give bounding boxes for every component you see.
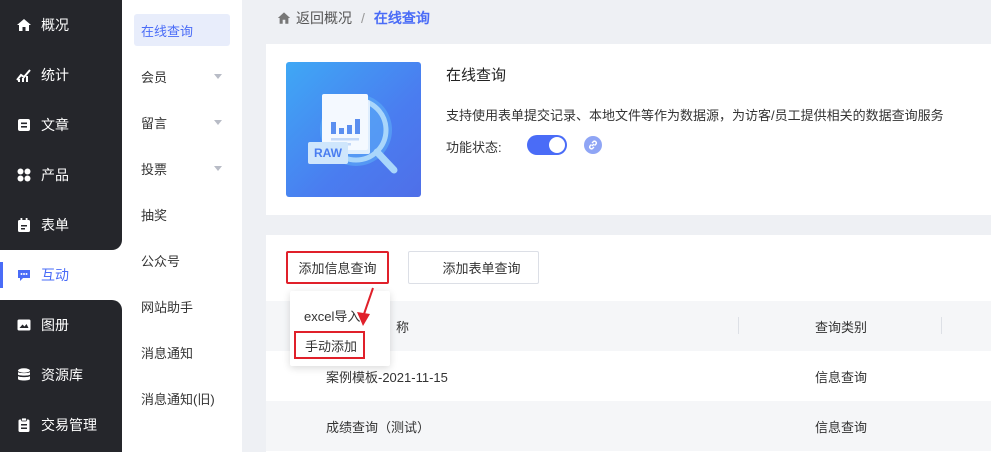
album-icon	[16, 317, 32, 333]
breadcrumb-back-link[interactable]: 返回概况	[296, 8, 352, 28]
nav-item-interaction[interactable]: 互动	[0, 250, 122, 300]
subnav-item-official-account[interactable]: 公众号	[134, 244, 230, 276]
breadcrumb-separator: /	[361, 10, 365, 26]
nav-item-label: 互动	[41, 267, 69, 283]
chat-icon	[16, 267, 32, 283]
subnav-item-label: 留言	[141, 115, 168, 131]
database-icon	[16, 367, 32, 383]
clipboard-icon	[16, 417, 32, 433]
nav-item-label: 文章	[41, 117, 69, 133]
home-icon	[16, 17, 32, 33]
column-header-type: 查询类别	[815, 320, 868, 335]
form-icon	[16, 217, 32, 233]
nav-item-label: 图册	[41, 317, 69, 333]
raw-badge: RAW	[314, 146, 342, 160]
feature-status-toggle[interactable]	[527, 135, 567, 155]
subnav-item-notification[interactable]: 消息通知	[134, 336, 230, 368]
stats-icon	[16, 67, 32, 83]
breadcrumb-current: 在线查询	[373, 10, 430, 26]
dropdown-option-manual-add[interactable]: 手动添加	[294, 331, 365, 359]
chevron-down-icon	[214, 74, 222, 79]
nav-item-resources[interactable]: 资源库	[0, 350, 122, 400]
sub-sidebar: 在线查询 会员 留言 投票 抽奖 公众号 网站助手 消息通知 消息通知(旧)	[122, 0, 242, 452]
row-name: 案例模板-2021-11-15	[326, 370, 448, 385]
subnav-item-label: 消息通知	[141, 345, 194, 361]
toggle-knob	[549, 137, 565, 153]
column-header-name: 称	[396, 320, 410, 335]
subnav-item-label: 消息通知(旧)	[141, 391, 215, 407]
subnav-item-notification-old[interactable]: 消息通知(旧)	[134, 382, 230, 414]
row-type: 信息查询	[815, 420, 868, 435]
add-info-query-button[interactable]: 添加信息查询	[286, 251, 389, 284]
column-divider	[941, 317, 942, 334]
article-icon	[16, 117, 32, 133]
nav-item-label: 表单	[41, 217, 69, 233]
nav-item-form[interactable]: 表单	[0, 200, 122, 250]
add-info-query-dropdown: excel导入 手动添加	[290, 291, 390, 366]
nav-item-stats[interactable]: 统计	[0, 50, 122, 100]
subnav-item-label: 抽奖	[141, 207, 168, 223]
nav-item-label: 统计	[41, 67, 69, 83]
subnav-item-label: 网站助手	[141, 299, 194, 315]
subnav-item-site-assistant[interactable]: 网站助手	[134, 290, 230, 322]
subnav-item-vote[interactable]: 投票	[134, 152, 230, 184]
subnav-item-member[interactable]: 会员	[134, 60, 230, 92]
home-icon	[277, 11, 291, 25]
nav-item-transactions[interactable]: 交易管理	[0, 400, 122, 450]
feature-status-label: 功能状态:	[446, 140, 502, 155]
nav-item-label: 产品	[41, 167, 69, 183]
nav-item-label: 资源库	[41, 367, 83, 383]
subnav-item-label: 投票	[141, 161, 168, 177]
nav-item-product[interactable]: 产品	[0, 150, 122, 200]
intro-card: RAW 在线查询 支持使用表单提交记录、本地文件等作为数据源，为访客/员工提供相…	[266, 44, 991, 215]
subnav-item-message[interactable]: 留言	[134, 106, 230, 138]
chevron-down-icon	[214, 166, 222, 171]
nav-item-album[interactable]: 图册	[0, 300, 122, 350]
subnav-item-lottery[interactable]: 抽奖	[134, 198, 230, 230]
nav-item-label: 交易管理	[41, 417, 97, 433]
nav-item-label: 概况	[41, 17, 69, 33]
subnav-item-label: 会员	[141, 69, 168, 85]
table-row[interactable]: 成绩查询（测试） 信息查询	[266, 401, 991, 451]
subnav-item-label: 在线查询	[141, 23, 194, 39]
breadcrumb: 返回概况 / 在线查询	[277, 8, 430, 28]
add-form-query-button[interactable]: 添加表单查询	[408, 251, 539, 284]
row-type: 信息查询	[815, 370, 868, 385]
dropdown-option-excel-import[interactable]: excel导入	[304, 306, 360, 325]
nav-item-article[interactable]: 文章	[0, 100, 122, 150]
main-sidebar: 概况 统计 文章 产品 表单 互动 图册 资源库 交易管理	[0, 0, 122, 452]
intro-description: 支持使用表单提交记录、本地文件等作为数据源，为访客/员工提供相关的数据查询服务	[446, 108, 944, 123]
row-name: 成绩查询（测试）	[326, 420, 431, 435]
subnav-item-label: 公众号	[141, 253, 181, 269]
online-query-illustration: RAW	[286, 62, 421, 197]
product-icon	[16, 167, 32, 183]
subnav-item-online-query[interactable]: 在线查询	[134, 14, 230, 46]
intro-title: 在线查询	[446, 67, 507, 84]
column-divider	[738, 317, 739, 334]
nav-item-overview[interactable]: 概况	[0, 0, 122, 50]
link-icon[interactable]	[584, 136, 602, 154]
chevron-down-icon	[214, 120, 222, 125]
